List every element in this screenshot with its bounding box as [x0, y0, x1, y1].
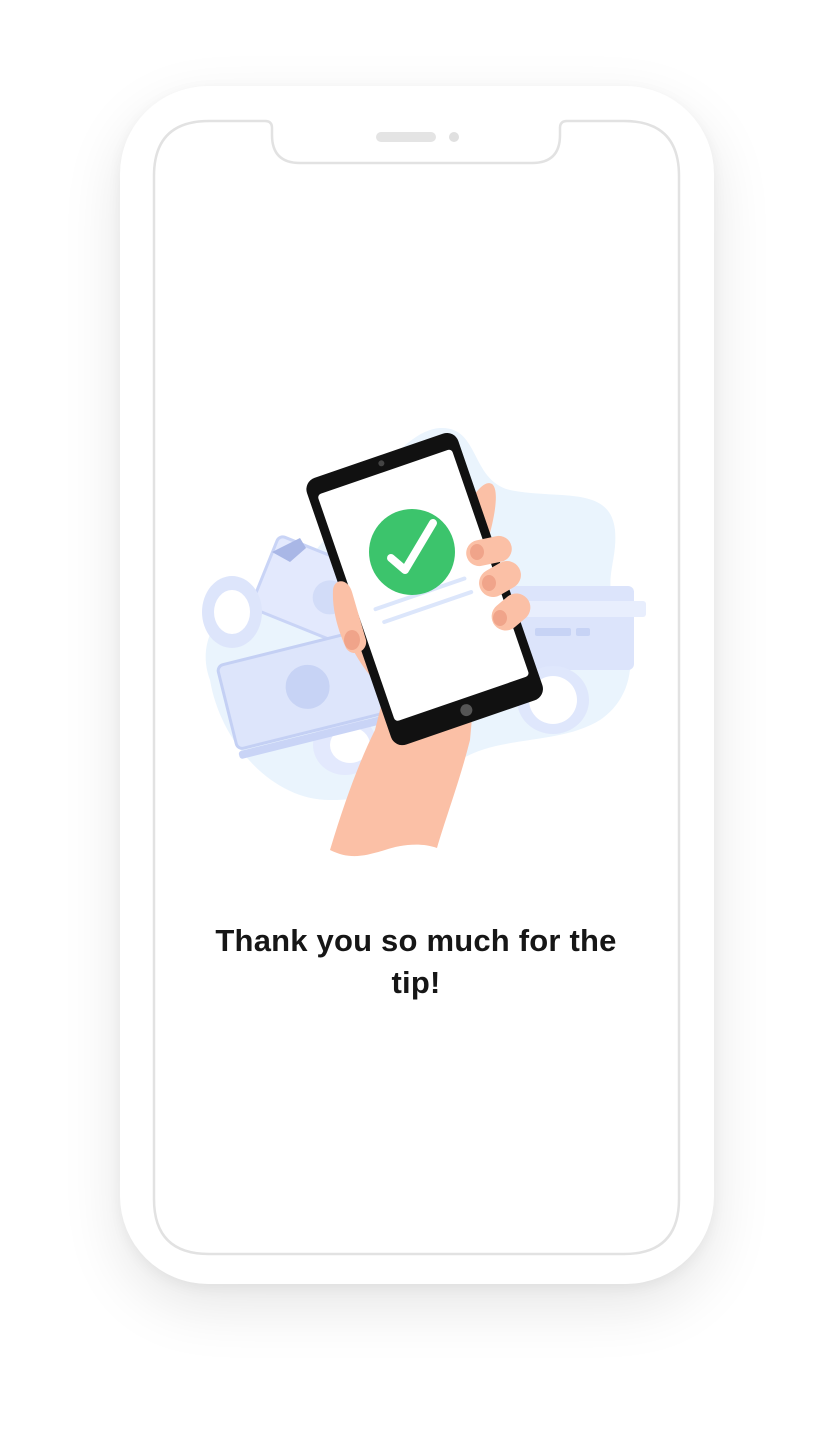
- stage: Thank you so much for the tip!: [0, 0, 832, 1436]
- payment-success-illustration: [202, 427, 646, 857]
- thank-you-message: Thank you so much for the tip!: [215, 923, 617, 1000]
- speaker-grille: [376, 132, 436, 142]
- front-camera: [449, 132, 459, 142]
- check-circle-icon: [369, 509, 455, 595]
